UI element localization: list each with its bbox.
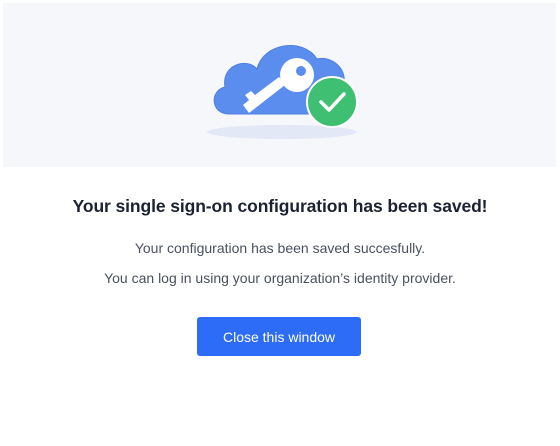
hero-banner	[3, 3, 556, 167]
login-instructions: You can log in using your organization’s…	[104, 270, 456, 286]
sso-illustration	[207, 45, 358, 139]
page-title: Your single sign-on configuration has be…	[72, 196, 488, 216]
success-message: Your configuration has been saved succes…	[134, 240, 426, 256]
close-window-button[interactable]: Close this window	[197, 317, 361, 356]
checkmark-icon	[306, 76, 358, 128]
